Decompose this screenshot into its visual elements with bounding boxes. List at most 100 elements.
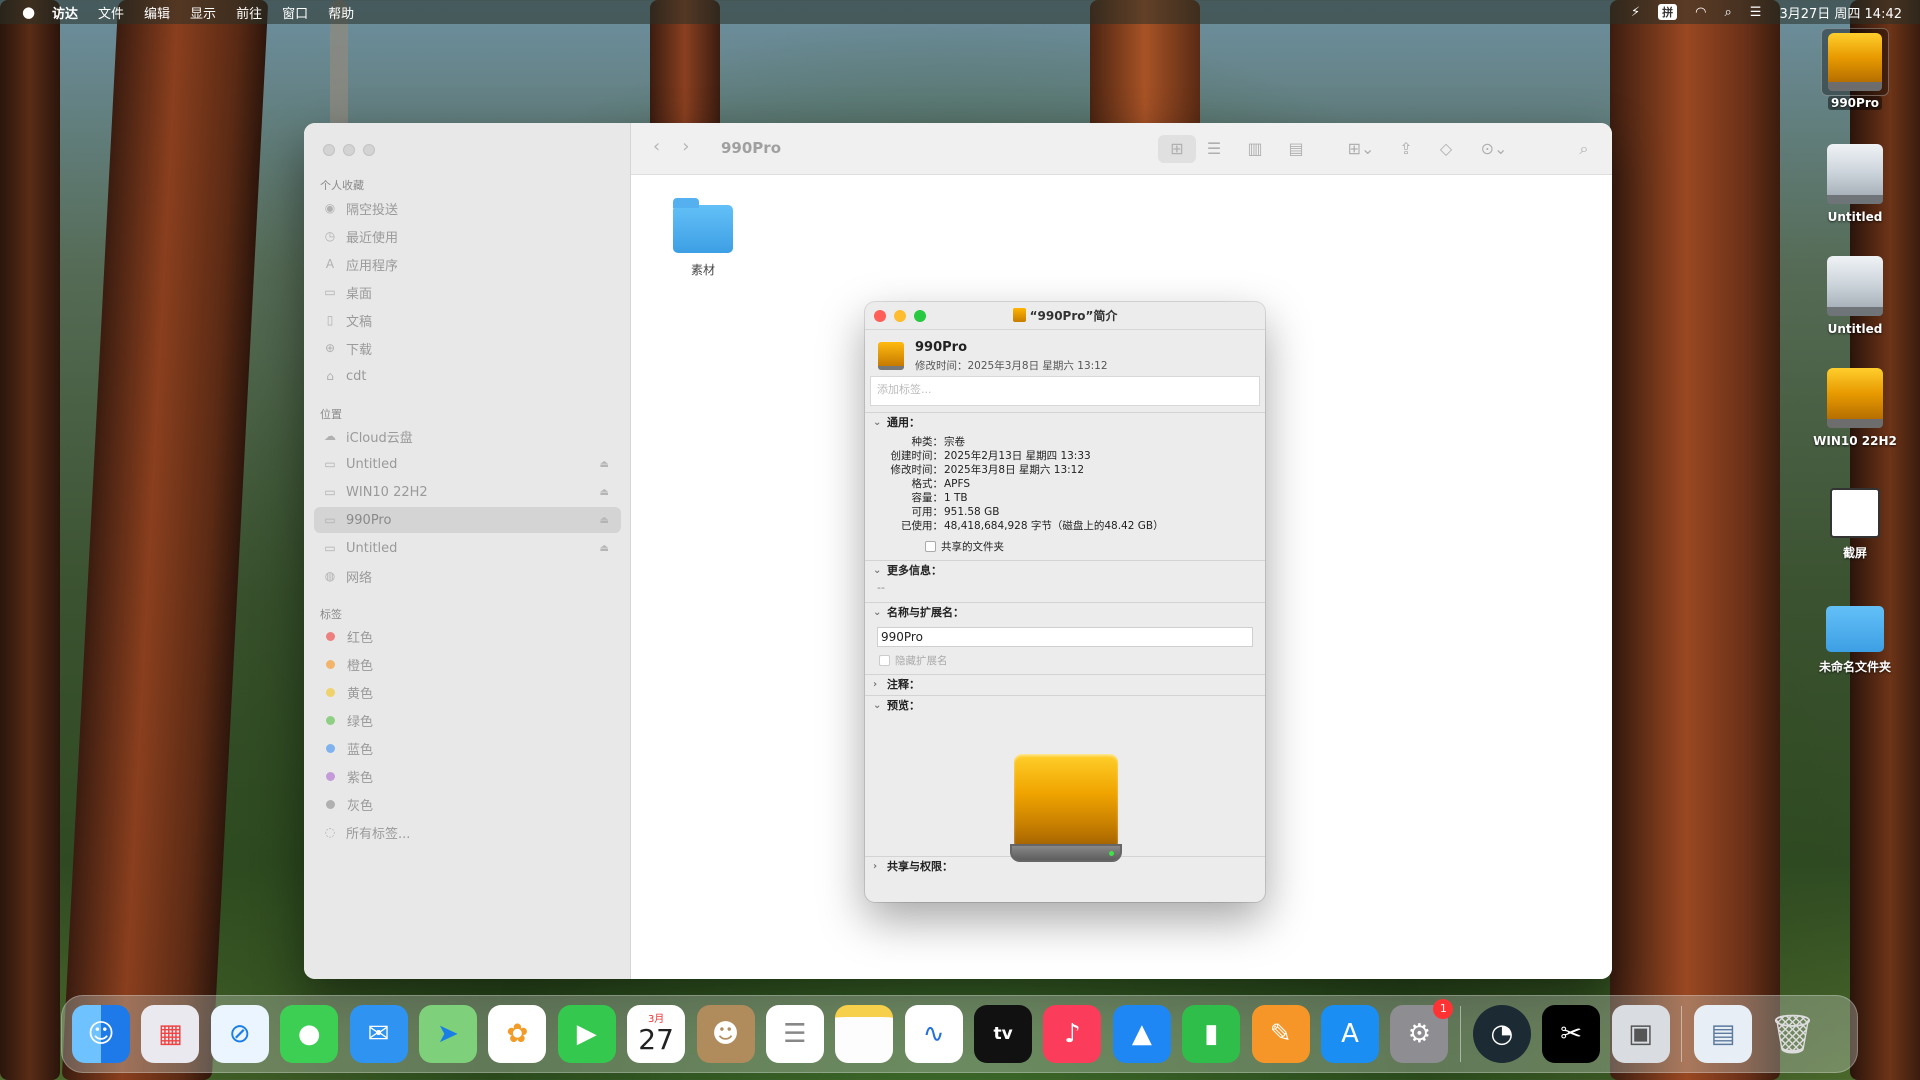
eject-icon[interactable]: ⏏: [600, 543, 609, 554]
column-view-button[interactable]: ▥: [1240, 135, 1270, 163]
numbers-dock-icon[interactable]: ▮: [1182, 1005, 1241, 1063]
search-icon[interactable]: ⌕: [1569, 135, 1599, 163]
launchpad-dock-icon[interactable]: ▦: [141, 1005, 200, 1063]
eject-icon[interactable]: ⏏: [600, 459, 609, 470]
shared-folder-checkbox[interactable]: 共享的文件夹: [925, 539, 1265, 554]
comments-header[interactable]: › 注释：: [865, 675, 1265, 695]
desktop-item-990pro[interactable]: 990Pro: [1807, 28, 1903, 110]
sidebar-tag-yellow[interactable]: 黄色: [314, 679, 621, 705]
messages-dock-icon[interactable]: ●: [280, 1005, 339, 1063]
tag-icon[interactable]: ◇: [1431, 135, 1461, 163]
more-actions-button[interactable]: ⊙⌄: [1474, 135, 1514, 163]
input-method-icon[interactable]: 拼: [1658, 4, 1678, 20]
menu-finder[interactable]: 访达: [52, 3, 78, 22]
tag-dot-icon: [326, 771, 335, 781]
eject-icon[interactable]: ⏏: [600, 515, 609, 526]
sidebar-tag-red[interactable]: 红色: [314, 623, 621, 649]
sidebar-tag-green[interactable]: 绿色: [314, 707, 621, 733]
folder-item[interactable]: 素材: [667, 195, 739, 278]
trash-dock-icon[interactable]: 🗑: [1763, 1005, 1821, 1063]
apple-menu-icon[interactable]: ●: [22, 4, 38, 20]
freeform-dock-icon[interactable]: ∿: [904, 1005, 963, 1063]
mail-dock-icon[interactable]: ✉: [349, 1005, 408, 1063]
system-settings-dock-icon[interactable]: ⚙ 1: [1390, 999, 1454, 1063]
menu-view[interactable]: 显示: [190, 3, 216, 22]
sidebar-item-applications[interactable]: A 应用程序: [314, 251, 621, 277]
sidebar-item-desktop[interactable]: ▭ 桌面: [314, 279, 621, 305]
preview-header[interactable]: ⌄ 预览：: [865, 696, 1265, 716]
desktop-item-untitled[interactable]: Untitled: [1807, 144, 1903, 224]
control-center-icon[interactable]: ☰: [1750, 5, 1762, 20]
eject-icon[interactable]: ⏏: [600, 487, 609, 498]
pages-dock-icon[interactable]: ✎: [1251, 1005, 1310, 1063]
general-section-header[interactable]: ⌄ 通用：: [865, 413, 1265, 433]
apple-tv-dock-icon[interactable]: tv: [974, 1005, 1033, 1063]
sidebar-item-airdrop[interactable]: ◉ 隔空投送: [314, 195, 621, 221]
minimize-button[interactable]: [343, 144, 355, 156]
sidebar-item-win10[interactable]: ▭ WIN10 22H2 ⏏: [314, 479, 621, 505]
back-chevron-icon[interactable]: ‹: [653, 136, 660, 157]
app-store-dock-icon[interactable]: A: [1321, 1005, 1380, 1063]
group-by-button[interactable]: ⊞⌄: [1341, 135, 1381, 163]
spotlight-search-icon[interactable]: ⌕: [1725, 5, 1732, 20]
sidebar-item-untitled[interactable]: ▭ Untitled ⏏: [314, 451, 621, 477]
name-ext-header[interactable]: ⌄ 名称与扩展名：: [865, 603, 1265, 623]
sidebar-tag-blue[interactable]: 蓝色: [314, 735, 621, 761]
menu-clock[interactable]: 3月27日 周四 14:42: [1779, 3, 1902, 22]
photos-dock-icon[interactable]: ✿: [488, 1005, 547, 1063]
sidebar-tag-purple[interactable]: 紫色: [314, 763, 621, 789]
sidebar-tag-gray[interactable]: 灰色: [314, 791, 621, 817]
menu-go[interactable]: 前往: [236, 3, 262, 22]
close-button[interactable]: [874, 310, 886, 322]
share-button[interactable]: ⇪: [1391, 135, 1421, 163]
sidebar-tag-orange[interactable]: 橙色: [314, 651, 621, 677]
maps-dock-icon[interactable]: ➤: [418, 1005, 477, 1063]
disk-speed-dock-icon[interactable]: ◔: [1472, 1005, 1531, 1063]
zoom-button[interactable]: [363, 144, 375, 156]
desktop-item-screenshot[interactable]: 截屏: [1807, 488, 1903, 561]
desktop-item-win10[interactable]: WIN10 22H2: [1807, 368, 1903, 448]
sidebar-all-tags[interactable]: ◌ 所有标签...: [314, 819, 621, 845]
sidebar-item-recents[interactable]: ◷ 最近使用: [314, 223, 621, 249]
downloads-stack-dock-icon[interactable]: ▤: [1693, 1005, 1752, 1063]
comments-section: › 注释：: [865, 674, 1265, 695]
sidebar-item-untitled-2[interactable]: ▭ Untitled ⏏: [314, 535, 621, 561]
desktop-item-new-folder[interactable]: 未命名文件夹: [1807, 596, 1903, 675]
menu-edit[interactable]: 编辑: [144, 3, 170, 22]
notes-dock-icon[interactable]: [835, 1005, 894, 1063]
wifi-icon[interactable]: ◠: [1695, 5, 1706, 20]
battery-charging-icon[interactable]: ⚡: [1631, 5, 1640, 20]
sidebar-item-documents[interactable]: ▯ 文稿: [314, 307, 621, 333]
forward-chevron-icon[interactable]: ›: [682, 136, 689, 157]
icon-view-button[interactable]: ⊞: [1158, 135, 1196, 163]
gallery-view-button[interactable]: ▤: [1281, 135, 1311, 163]
safari-dock-icon[interactable]: ⊘: [210, 1005, 269, 1063]
globe-icon: ◍: [324, 569, 336, 583]
preview-dock-icon[interactable]: ▣: [1611, 1005, 1670, 1063]
zoom-button[interactable]: [914, 310, 926, 322]
sidebar-item-home[interactable]: ⌂ cdt: [314, 363, 621, 389]
sidebar-item-downloads[interactable]: ⊕ 下载: [314, 335, 621, 361]
keynote-dock-icon[interactable]: ▲: [1112, 1005, 1171, 1063]
name-field[interactable]: 990Pro: [877, 627, 1253, 647]
tag-input[interactable]: 添加标签...: [870, 376, 1260, 406]
close-button[interactable]: [323, 144, 335, 156]
sidebar-item-icloud[interactable]: ☁ iCloud云盘: [314, 423, 621, 449]
calendar-dock-icon[interactable]: 3月 27: [627, 1005, 686, 1063]
more-info-header[interactable]: ⌄ 更多信息：: [865, 561, 1265, 581]
list-view-button[interactable]: ☰: [1199, 135, 1229, 163]
minimize-button[interactable]: [894, 310, 906, 322]
sidebar-item-990pro[interactable]: ▭ 990Pro ⏏: [314, 507, 621, 533]
music-dock-icon[interactable]: ♪: [1043, 1005, 1102, 1063]
menu-window[interactable]: 窗口: [282, 3, 308, 22]
menu-help[interactable]: 帮助: [328, 3, 354, 22]
contacts-dock-icon[interactable]: ☻: [696, 1005, 755, 1063]
finder-dock-icon[interactable]: ☺: [72, 1005, 130, 1063]
menu-file[interactable]: 文件: [98, 3, 124, 22]
facetime-dock-icon[interactable]: ▶: [557, 1005, 616, 1063]
reminders-dock-icon[interactable]: ☰: [765, 1005, 824, 1063]
capcut-dock-icon[interactable]: ✂: [1542, 1005, 1601, 1063]
sidebar-item-network[interactable]: ◍ 网络: [314, 563, 621, 589]
desktop-item-untitled-2[interactable]: Untitled: [1807, 256, 1903, 336]
hide-extension-checkbox[interactable]: 隐藏扩展名: [879, 653, 1265, 668]
